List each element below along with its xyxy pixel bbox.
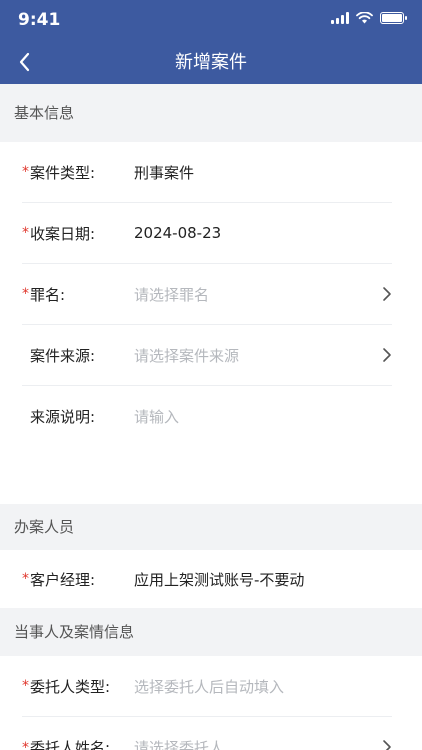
filing-date-row[interactable]: * 收案日期: 2024-08-23 [22,203,392,264]
account-manager-label: * 客户经理: [22,570,96,589]
client-name-select[interactable]: 请选择委托人 [134,737,392,750]
wifi-icon [356,12,373,24]
section-title-basic: 基本信息 [0,84,422,142]
client-type-row[interactable]: * 委托人类型: 选择委托人后自动填入 [22,656,392,717]
status-icons [331,12,407,24]
required-mark: * [22,739,29,750]
app-header: 9:41 新增案件 [0,0,422,84]
case-type-value: 刑事案件 [134,163,195,182]
signal-icon [331,12,349,24]
nav-bar: 新增案件 [0,40,422,84]
required-mark: * [22,225,29,241]
status-time: 9:41 [18,10,61,30]
section-title-staff: 办案人员 [0,504,422,550]
basic-info-card: * 案件类型: 刑事案件 * 收案日期: 2024-08-23 * 罪名: 请选择罪名… [0,142,422,504]
account-manager-value: 应用上架测试账号-不要动 [134,570,305,589]
filing-date-label: * 收案日期: [22,224,96,243]
case-source-select[interactable]: 请选择案件来源 [134,345,392,366]
case-source-row[interactable]: 案件来源: 请选择案件来源 [22,325,392,386]
source-desc-input[interactable]: 请输入 [134,406,392,427]
charge-label: * 罪名: [22,285,66,304]
required-mark: * [22,286,29,302]
parties-card: * 委托人类型: 选择委托人后自动填入 * 委托人姓名: 请选择委托人 [0,656,422,750]
required-mark: * [22,678,29,694]
source-desc-label: 来源说明: [30,408,96,426]
charge-row[interactable]: * 罪名: 请选择罪名 [22,264,392,325]
required-mark: * [22,571,29,587]
client-type-label: * 委托人类型: [22,677,111,696]
section-title-parties: 当事人及案情信息 [0,608,422,656]
chevron-right-icon [383,287,391,301]
charge-select[interactable]: 请选择罪名 [134,284,392,305]
case-type-row[interactable]: * 案件类型: 刑事案件 [22,142,392,203]
required-mark: * [22,164,29,180]
chevron-right-icon [383,348,391,362]
chevron-right-icon [383,740,391,750]
client-name-label: * 委托人姓名: [22,737,134,750]
client-name-row[interactable]: * 委托人姓名: 请选择委托人 [22,717,392,750]
status-bar: 9:41 [0,0,422,40]
account-manager-row[interactable]: * 客户经理: 应用上架测试账号-不要动 [22,550,392,608]
battery-icon [380,12,407,24]
case-source-label: 案件来源: [30,346,96,365]
page-title: 新增案件 [175,52,247,73]
client-type-value: 选择委托人后自动填入 [134,677,285,696]
staff-card: * 客户经理: 应用上架测试账号-不要动 [0,550,422,608]
filing-date-value: 2024-08-23 [134,224,222,242]
source-desc-row[interactable]: 来源说明: 请输入 [22,386,392,447]
case-type-label: * 案件类型: [22,163,96,182]
